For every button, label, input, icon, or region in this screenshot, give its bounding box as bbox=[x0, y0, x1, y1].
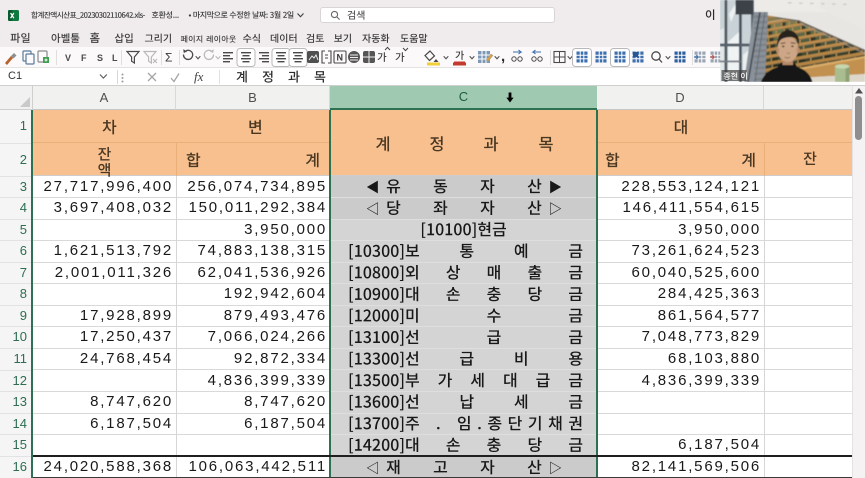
svg-text:V: V bbox=[65, 53, 71, 63]
svg-text:,: , bbox=[501, 48, 505, 65]
svg-text:F: F bbox=[81, 53, 87, 63]
svg-text:N: N bbox=[337, 53, 344, 63]
svg-text:Σ: Σ bbox=[165, 51, 172, 65]
svg-text:S: S bbox=[97, 53, 103, 63]
svg-text:L: L bbox=[112, 53, 118, 63]
